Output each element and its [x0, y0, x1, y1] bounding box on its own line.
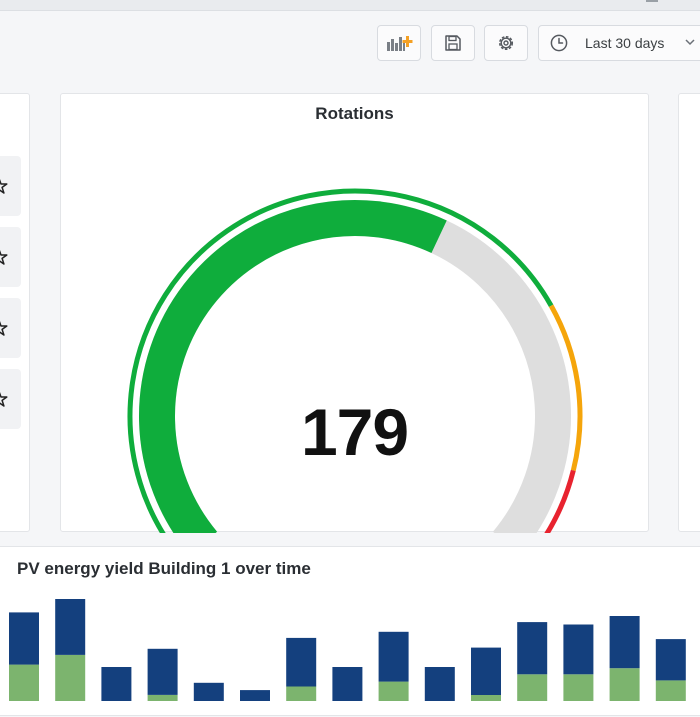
bar-chart-panel: PV energy yield Building 1 over time	[0, 546, 700, 716]
list-item-4[interactable]	[0, 369, 21, 429]
bar-5-series-2	[193, 682, 224, 701]
list-item-3[interactable]	[0, 298, 21, 358]
list-item-2[interactable]	[0, 227, 21, 287]
bar-chart-title: PV energy yield Building 1 over time	[17, 559, 311, 578]
left-panel	[0, 93, 30, 532]
time-range-label: Last 30 days	[585, 35, 665, 51]
gauge-panel-title: Rotations	[315, 104, 394, 123]
chevron-down-icon	[685, 39, 695, 46]
bar-3-series-2	[101, 667, 132, 701]
bar-1-series-1	[9, 664, 39, 701]
gauge-panel: Rotations 179	[60, 93, 649, 533]
bar-6-series-2	[240, 690, 270, 701]
clock-icon	[550, 34, 568, 52]
dashboard-toolbar: Last 30 days	[0, 12, 700, 80]
star-icon[interactable]	[0, 319, 11, 337]
bar-9-series-1	[378, 681, 409, 701]
bar-12-series-2	[517, 622, 548, 675]
bar-1-series-2	[9, 612, 39, 665]
bar-10-series-2	[424, 667, 455, 701]
bar-15-series-2	[655, 639, 686, 681]
bar-8-series-2	[332, 667, 363, 701]
add-panel-button[interactable]	[377, 25, 421, 61]
bar-14-series-1	[609, 668, 640, 701]
gauge-threshold-band-1	[127, 188, 554, 533]
bar-2-series-2	[55, 599, 86, 655]
bar-4-series-2	[147, 648, 178, 695]
save-dashboard-button[interactable]	[431, 25, 475, 61]
time-range-picker[interactable]: Last 30 days	[538, 25, 700, 61]
bar-15-series-1	[655, 680, 686, 701]
dashboard-settings-button[interactable]	[484, 25, 528, 61]
bar-12-series-1	[517, 674, 548, 701]
bar-7-series-2	[286, 637, 317, 687]
gauge-value: 179	[300, 395, 409, 469]
star-icon[interactable]	[0, 390, 11, 408]
bar-11-series-1	[471, 694, 501, 701]
gauge-value-arc	[139, 200, 447, 533]
bar-11-series-2	[471, 647, 501, 695]
window-top-strip	[0, 0, 700, 11]
add-panel-icon	[387, 36, 413, 51]
window-control-mark[interactable]	[646, 0, 658, 2]
bar-13-series-1	[563, 674, 594, 701]
right-panel	[678, 93, 700, 532]
save-icon	[445, 35, 461, 51]
bar-2-series-1	[55, 654, 86, 701]
list-item-1[interactable]	[0, 156, 21, 216]
bar-9-series-2	[378, 631, 409, 682]
star-icon[interactable]	[0, 177, 11, 195]
bar-14-series-2	[609, 616, 640, 669]
star-icon[interactable]	[0, 248, 11, 266]
bar-7-series-1	[286, 686, 317, 701]
bar-13-series-2	[563, 624, 594, 675]
gear-icon	[498, 35, 514, 51]
bar-4-series-1	[147, 694, 178, 701]
